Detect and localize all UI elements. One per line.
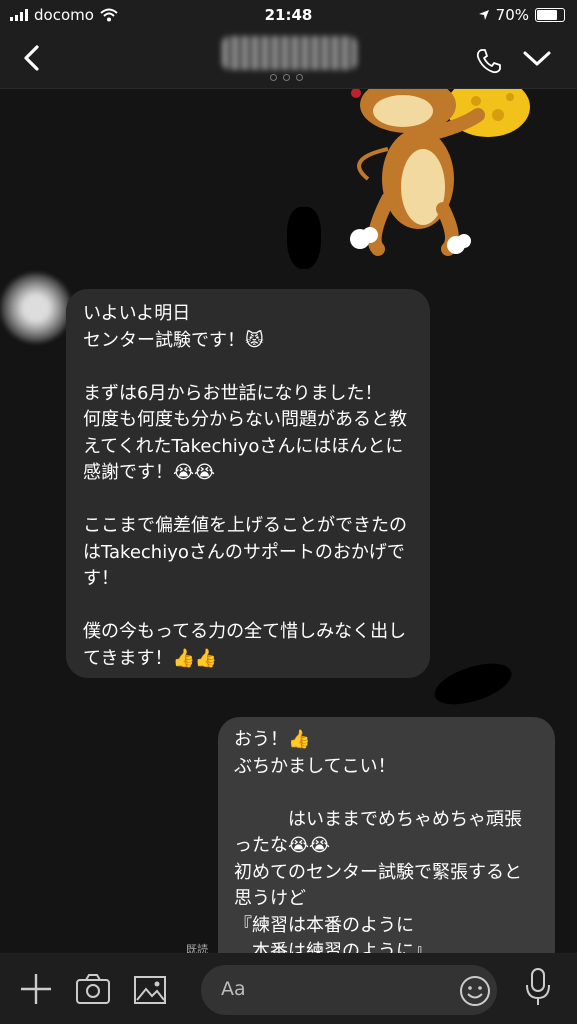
- chevron-left-icon[interactable]: [18, 44, 46, 72]
- chat-area[interactable]: いよいよ明日 センター試験です！😾 まずは6月からお世話になりました！ 何度も何…: [0, 89, 577, 953]
- chevron-down-icon[interactable]: [522, 48, 552, 70]
- status-bar: docomo 21:48 70%: [0, 0, 577, 30]
- battery-icon: [535, 8, 565, 22]
- message-toolbar: Aa: [0, 953, 577, 1024]
- contact-name-redacted[interactable]: [222, 36, 357, 70]
- message-input[interactable]: Aa: [201, 965, 497, 1015]
- mouse-sticker[interactable]: [348, 89, 548, 261]
- input-placeholder: Aa: [221, 978, 246, 1000]
- plus-icon[interactable]: [18, 971, 54, 1007]
- location-arrow-icon: [478, 10, 489, 20]
- redaction-mark: [287, 207, 321, 269]
- status-right: 70%: [478, 6, 565, 24]
- microphone-icon[interactable]: [524, 967, 552, 1007]
- page-indicator: [270, 74, 303, 81]
- camera-icon[interactable]: [75, 973, 111, 1005]
- smiley-icon[interactable]: [459, 975, 491, 1007]
- redaction-mark: [429, 655, 517, 713]
- outgoing-message[interactable]: おう！👍 ぶちかましてこい！ はいままでめちゃめちゃ頑張ったな😭😭 初めてのセン…: [218, 717, 555, 953]
- chat-header: [0, 30, 577, 89]
- phone-icon[interactable]: [474, 46, 504, 76]
- avatar[interactable]: [0, 273, 72, 343]
- image-icon[interactable]: [133, 975, 167, 1005]
- incoming-message[interactable]: いよいよ明日 センター試験です！😾 まずは6月からお世話になりました！ 何度も何…: [66, 289, 430, 678]
- battery-percent: 70%: [495, 6, 529, 24]
- read-receipt: 既読: [186, 943, 208, 953]
